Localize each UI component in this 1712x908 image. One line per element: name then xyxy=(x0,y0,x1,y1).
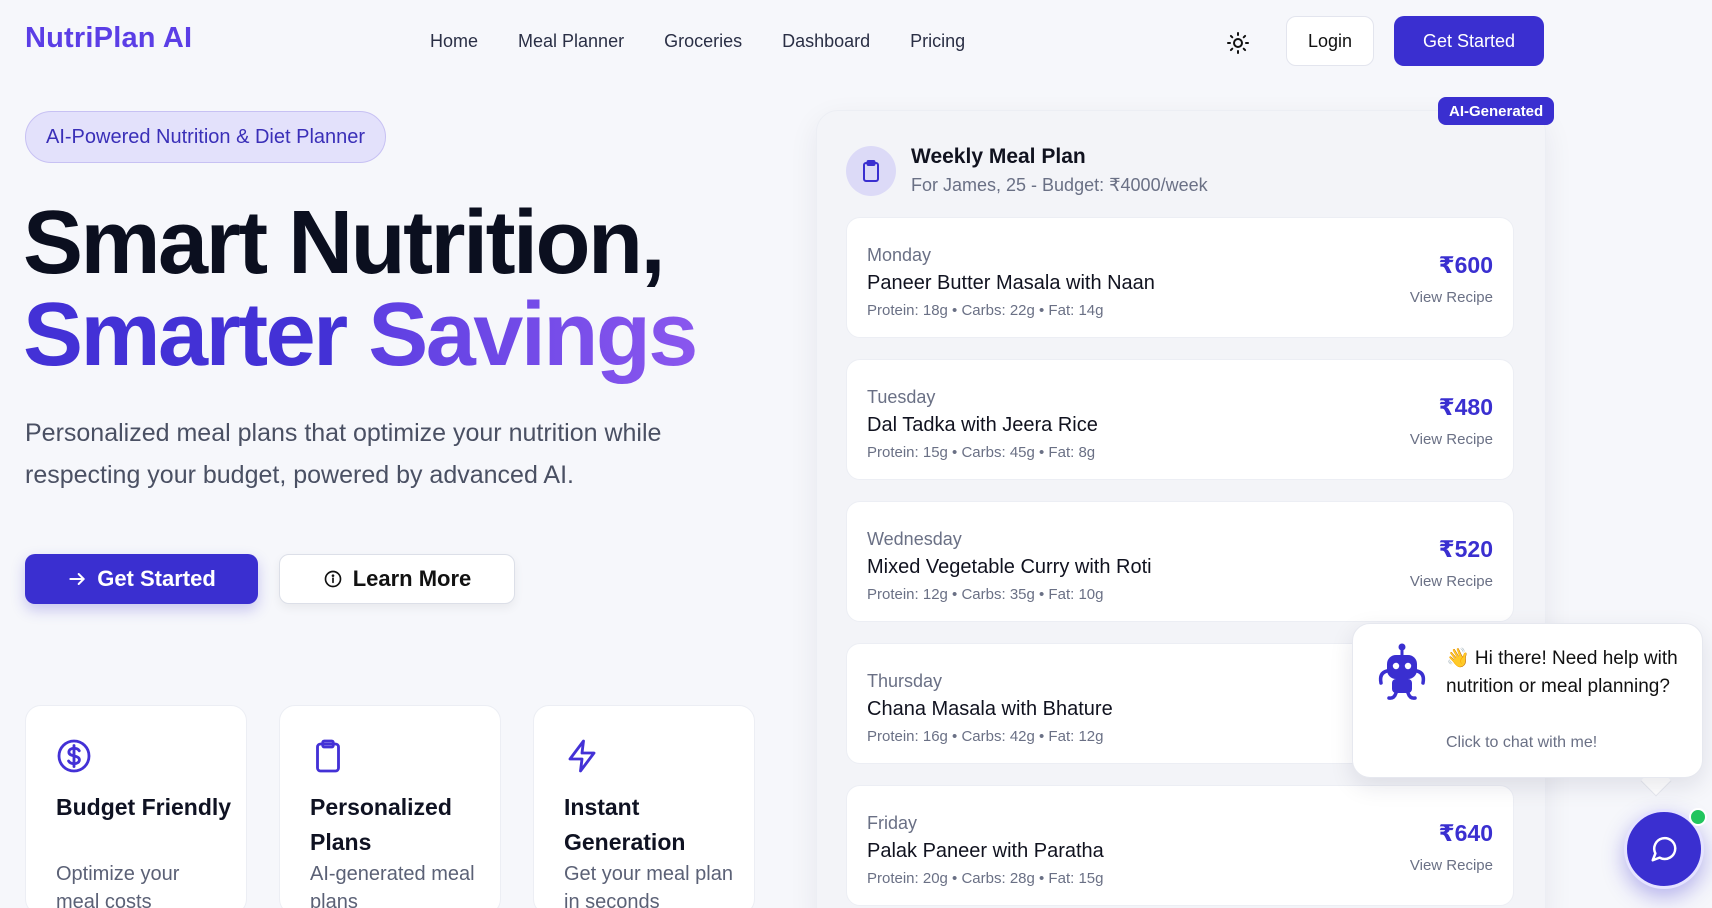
hero-title-line2: Smarter Savings xyxy=(23,290,698,380)
clipboard-icon xyxy=(863,160,879,182)
meal-price: ₹520 xyxy=(1438,536,1493,562)
macros: Protein: 16g • Carbs: 42g • Fat: 12g xyxy=(867,728,1104,745)
dish-name: Chana Masala with Bhature xyxy=(867,698,1113,720)
feature-title: Instant Generation xyxy=(564,794,686,855)
dish-name: Mixed Vegetable Curry with Roti xyxy=(867,556,1152,578)
feature-title: Personalized Plans xyxy=(310,794,452,855)
feature-card-budget: Budget Friendly Optimize your meal costs xyxy=(25,705,247,908)
view-recipe-link[interactable]: View Recipe xyxy=(1410,289,1493,306)
day-name: Thursday xyxy=(867,671,943,691)
meal-day-card-friday[interactable]: Friday Palak Paneer with Paratha Protein… xyxy=(846,785,1514,906)
meal-price: ₹640 xyxy=(1438,820,1493,846)
meal-day-card-wednesday[interactable]: Wednesday Mixed Vegetable Curry with Rot… xyxy=(846,501,1514,622)
theme-toggle-button[interactable] xyxy=(1225,30,1251,56)
login-button[interactable]: Login xyxy=(1286,16,1374,66)
clipboard-icon xyxy=(316,739,340,773)
info-icon xyxy=(324,570,342,588)
day-name: Tuesday xyxy=(867,387,936,407)
ai-generated-badge: AI-Generated xyxy=(1438,97,1555,125)
meal-price: ₹480 xyxy=(1438,394,1493,420)
feature-title: Budget Friendly xyxy=(56,794,232,820)
learn-more-label: Learn More xyxy=(352,566,472,591)
dish-name: Palak Paneer with Paratha xyxy=(867,840,1104,862)
nav-links: Home Meal Planner Groceries Dashboard Pr… xyxy=(430,31,1005,52)
view-recipe-link[interactable]: View Recipe xyxy=(1410,431,1493,448)
day-name: Monday xyxy=(867,245,932,265)
arrow-right-icon xyxy=(69,573,85,585)
day-name: Friday xyxy=(867,813,918,833)
robot-icon xyxy=(1378,643,1426,700)
nav-get-started-button[interactable]: Get Started xyxy=(1394,16,1544,66)
dish-name: Dal Tadka with Jeera Rice xyxy=(867,414,1098,436)
top-navbar: NutriPlan AI Home Meal Planner Groceries… xyxy=(0,0,1712,84)
plan-subtitle: For James, 25 - Budget: ₹4000/week xyxy=(911,175,1208,195)
hero-get-started-label: Get Started xyxy=(97,566,216,591)
plan-icon-wrapper xyxy=(846,146,896,196)
plan-title: Weekly Meal Plan xyxy=(911,145,1086,168)
feature-description: AI-generated meal plans xyxy=(310,863,475,908)
hero-description: Personalized meal plans that optimize yo… xyxy=(25,419,662,489)
nav-link-meal-planner[interactable]: Meal Planner xyxy=(518,31,624,52)
hero-title-word-smarter: Smarter xyxy=(23,285,348,385)
dish-name: Paneer Butter Masala with Naan xyxy=(867,272,1155,294)
feature-card-instant: Instant Generation Get your meal plan in… xyxy=(533,705,755,908)
feature-description: Get your meal plan in seconds xyxy=(564,863,733,908)
dollar-circle-icon xyxy=(57,739,91,773)
online-status-dot xyxy=(1689,808,1707,826)
macros: Protein: 20g • Carbs: 28g • Fat: 15g xyxy=(867,870,1104,887)
hero-get-started-button[interactable]: Get Started xyxy=(25,554,258,604)
nav-link-dashboard[interactable]: Dashboard xyxy=(782,31,870,52)
sun-icon xyxy=(1227,32,1249,54)
day-name: Wednesday xyxy=(867,529,962,549)
nav-link-groceries[interactable]: Groceries xyxy=(664,31,742,52)
hero-title-word-savings: Savings xyxy=(368,285,698,385)
chat-subtext: Click to chat with me! xyxy=(1446,734,1598,751)
feature-description: Optimize your meal costs xyxy=(56,863,180,908)
macros: Protein: 15g • Carbs: 45g • Fat: 8g xyxy=(867,444,1096,461)
learn-more-button[interactable]: Learn More xyxy=(279,554,515,604)
chat-message: 👋 Hi there! Need help with nutrition or … xyxy=(1446,648,1678,697)
message-circle-icon xyxy=(1651,836,1677,862)
logo[interactable]: NutriPlan AI xyxy=(25,22,192,55)
macros: Protein: 12g • Carbs: 35g • Fat: 10g xyxy=(867,586,1104,603)
hero-title-line1: Smart Nutrition, xyxy=(23,193,666,293)
meal-price: ₹600 xyxy=(1438,252,1493,278)
macros: Protein: 18g • Carbs: 22g • Fat: 14g xyxy=(867,302,1104,319)
feature-card-personalized: Personalized Plans AI-generated meal pla… xyxy=(279,705,501,908)
hero-tag-pill: AI-Powered Nutrition & Diet Planner xyxy=(25,111,387,163)
view-recipe-link[interactable]: View Recipe xyxy=(1410,857,1493,874)
meal-day-card-monday[interactable]: Monday Paneer Butter Masala with Naan Pr… xyxy=(846,217,1514,338)
meal-day-card-tuesday[interactable]: Tuesday Dal Tadka with Jeera Rice Protei… xyxy=(846,359,1514,480)
nav-link-pricing[interactable]: Pricing xyxy=(910,31,965,52)
lightning-icon xyxy=(568,739,596,773)
nav-link-home[interactable]: Home xyxy=(430,31,478,52)
view-recipe-link[interactable]: View Recipe xyxy=(1410,573,1493,590)
